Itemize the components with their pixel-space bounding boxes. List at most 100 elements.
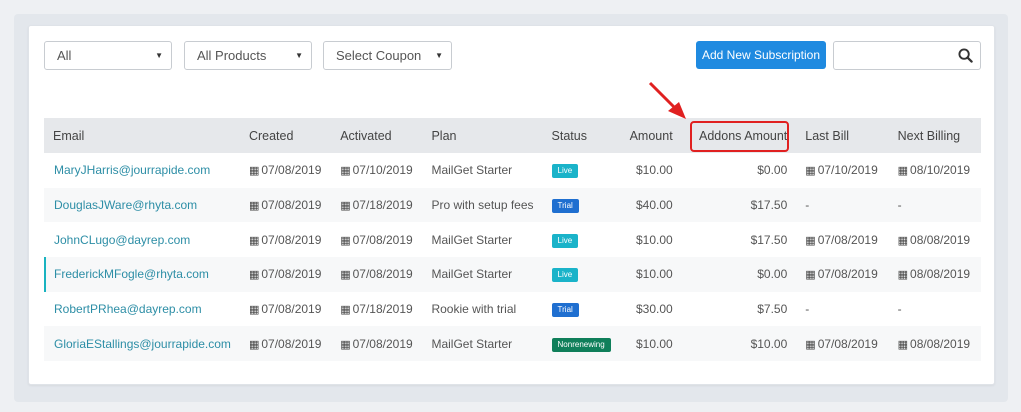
last-bill-cell: ▦ 07/10/2019 bbox=[796, 153, 888, 188]
email-link[interactable]: GloriaEStallings@jourrapide.com bbox=[44, 326, 240, 361]
table-row[interactable]: JohnCLugo@dayrep.com ▦ 07/08/2019 ▦ 07/08/… bbox=[44, 222, 981, 257]
next-billing-date: 08/08/2019 bbox=[910, 267, 971, 282]
plan-cell: MailGet Starter bbox=[431, 336, 513, 351]
table-header-row: Email Created Activated Plan Status Amou… bbox=[44, 118, 981, 153]
calendar-icon: ▦ bbox=[340, 234, 351, 247]
column-header-status[interactable]: Status bbox=[543, 118, 621, 153]
calendar-icon: ▦ bbox=[340, 165, 351, 178]
last-bill-date: 07/08/2019 bbox=[817, 267, 878, 282]
email-link[interactable]: RobertPRhea@dayrep.com bbox=[44, 292, 240, 327]
created-date: 07/08/2019 bbox=[261, 232, 322, 247]
status-badge: Nonrenewing bbox=[551, 337, 611, 352]
activated-date: 07/08/2019 bbox=[352, 267, 413, 282]
created-cell: ▦ 07/08/2019 bbox=[240, 257, 331, 292]
calendar-icon: ▦ bbox=[248, 234, 260, 247]
column-header-email[interactable]: Email bbox=[44, 118, 240, 153]
created-date: 07/08/2019 bbox=[261, 267, 322, 282]
calendar-icon: ▦ bbox=[805, 269, 816, 282]
calendar-icon: ▦ bbox=[340, 269, 351, 282]
status-badge: Trial bbox=[551, 199, 579, 214]
email-link[interactable]: JohnCLugo@dayrep.com bbox=[44, 222, 240, 257]
column-header-plan[interactable]: Plan bbox=[422, 118, 542, 153]
column-header-next-billing[interactable]: Next Billing bbox=[889, 118, 981, 153]
column-header-created[interactable]: Created bbox=[240, 118, 331, 153]
plan-cell: Rookie with trial bbox=[431, 302, 517, 317]
created-cell: ▦ 07/08/2019 bbox=[240, 326, 331, 361]
products-filter-value: All Products bbox=[197, 48, 267, 63]
column-header-amount[interactable]: Amount bbox=[620, 118, 682, 153]
next-billing-cell: ▦ 08/10/2019 bbox=[889, 153, 981, 188]
subscriptions-panel: All ▼ All Products ▼ Select Coupon ▼ Add… bbox=[28, 25, 995, 385]
subscriptions-table: Email Created Activated Plan Status Amou… bbox=[44, 118, 981, 362]
last-bill-date: 07/10/2019 bbox=[817, 163, 878, 178]
table-row[interactable]: MaryJHarris@jourrapide.com ▦ 07/08/2019 ▦… bbox=[44, 153, 981, 188]
coupon-filter-select[interactable]: Select Coupon ▼ bbox=[323, 41, 452, 70]
activated-date: 07/10/2019 bbox=[352, 163, 413, 178]
last-bill-date: - bbox=[805, 198, 810, 213]
created-cell: ▦ 07/08/2019 bbox=[240, 188, 331, 223]
next-billing-cell: - bbox=[889, 292, 981, 327]
status-cell: Live bbox=[543, 257, 621, 292]
calendar-icon: ▦ bbox=[897, 234, 909, 247]
calendar-icon: ▦ bbox=[897, 338, 909, 351]
status-badge: Live bbox=[551, 268, 579, 283]
column-header-addons-amount[interactable]: Addons Amount bbox=[682, 118, 797, 153]
caret-down-icon: ▼ bbox=[435, 51, 443, 60]
coupon-filter-value: Select Coupon bbox=[336, 48, 422, 63]
created-date: 07/08/2019 bbox=[261, 198, 322, 213]
email-link[interactable]: MaryJHarris@jourrapide.com bbox=[44, 153, 240, 188]
next-billing-date: - bbox=[897, 198, 902, 213]
activated-date: 07/08/2019 bbox=[352, 336, 413, 351]
status-cell: Live bbox=[543, 153, 621, 188]
activated-date: 07/18/2019 bbox=[352, 302, 413, 317]
column-header-last-bill[interactable]: Last Bill bbox=[796, 118, 888, 153]
add-new-subscription-button[interactable]: Add New Subscription bbox=[696, 41, 826, 69]
created-date: 07/08/2019 bbox=[261, 302, 322, 317]
last-bill-cell: ▦ 07/08/2019 bbox=[796, 326, 888, 361]
search-icon[interactable] bbox=[958, 48, 973, 68]
next-billing-date: 08/10/2019 bbox=[910, 163, 971, 178]
created-cell: ▦ 07/08/2019 bbox=[240, 292, 331, 327]
search-input[interactable] bbox=[833, 41, 981, 70]
status-badge: Live bbox=[551, 233, 579, 248]
next-billing-date: - bbox=[897, 302, 902, 317]
calendar-icon: ▦ bbox=[248, 200, 260, 213]
next-billing-date: 08/08/2019 bbox=[910, 232, 971, 247]
table-row[interactable]: GloriaEStallings@jourrapide.com ▦ 07/08/2… bbox=[44, 326, 981, 362]
email-link[interactable]: FrederickMFogle@rhyta.com bbox=[44, 257, 240, 292]
calendar-icon: ▦ bbox=[805, 165, 816, 178]
activated-cell: ▦ 07/08/2019 bbox=[331, 257, 422, 292]
calendar-icon: ▦ bbox=[340, 338, 351, 351]
calendar-icon: ▦ bbox=[340, 304, 351, 317]
activated-date: 07/18/2019 bbox=[352, 198, 413, 213]
next-billing-cell: ▦ 08/08/2019 bbox=[889, 326, 981, 361]
column-header-activated[interactable]: Activated bbox=[331, 118, 422, 153]
email-link[interactable]: DouglasJWare@rhyta.com bbox=[44, 188, 240, 223]
activated-cell: ▦ 07/18/2019 bbox=[331, 188, 422, 223]
created-date: 07/08/2019 bbox=[261, 163, 322, 178]
last-bill-cell: ▦ 07/08/2019 bbox=[796, 222, 888, 257]
amount-cell: $10.00 bbox=[635, 163, 673, 178]
last-bill-date: - bbox=[805, 302, 810, 317]
addons-amount-cell: $0.00 bbox=[757, 163, 788, 178]
table-row[interactable]: FrederickMFogle@rhyta.com ▦ 07/08/2019 ▦ 0… bbox=[44, 257, 981, 292]
calendar-icon: ▦ bbox=[248, 304, 260, 317]
last-bill-date: 07/08/2019 bbox=[817, 232, 878, 247]
table-row[interactable]: DouglasJWare@rhyta.com ▦ 07/08/2019 ▦ 07/1… bbox=[44, 187, 981, 223]
table-row[interactable]: RobertPRhea@dayrep.com ▦ 07/08/2019 ▦ 07/1… bbox=[44, 292, 981, 327]
created-cell: ▦ 07/08/2019 bbox=[240, 222, 331, 257]
activated-cell: ▦ 07/08/2019 bbox=[331, 222, 422, 257]
addons-amount-cell: $17.50 bbox=[750, 232, 788, 247]
status-filter-select[interactable]: All ▼ bbox=[44, 41, 172, 70]
calendar-icon: ▦ bbox=[805, 338, 816, 351]
activated-cell: ▦ 07/18/2019 bbox=[331, 292, 422, 327]
status-cell: Live bbox=[543, 222, 621, 257]
plan-cell: MailGet Starter bbox=[431, 232, 513, 247]
addons-amount-cell: $7.50 bbox=[757, 302, 788, 317]
status-badge: Trial bbox=[551, 303, 579, 318]
plan-cell: Pro with setup fees bbox=[431, 198, 534, 213]
next-billing-cell: ▦ 08/08/2019 bbox=[889, 222, 981, 257]
caret-down-icon: ▼ bbox=[155, 51, 163, 60]
products-filter-select[interactable]: All Products ▼ bbox=[184, 41, 312, 70]
status-cell: Trial bbox=[543, 292, 621, 327]
